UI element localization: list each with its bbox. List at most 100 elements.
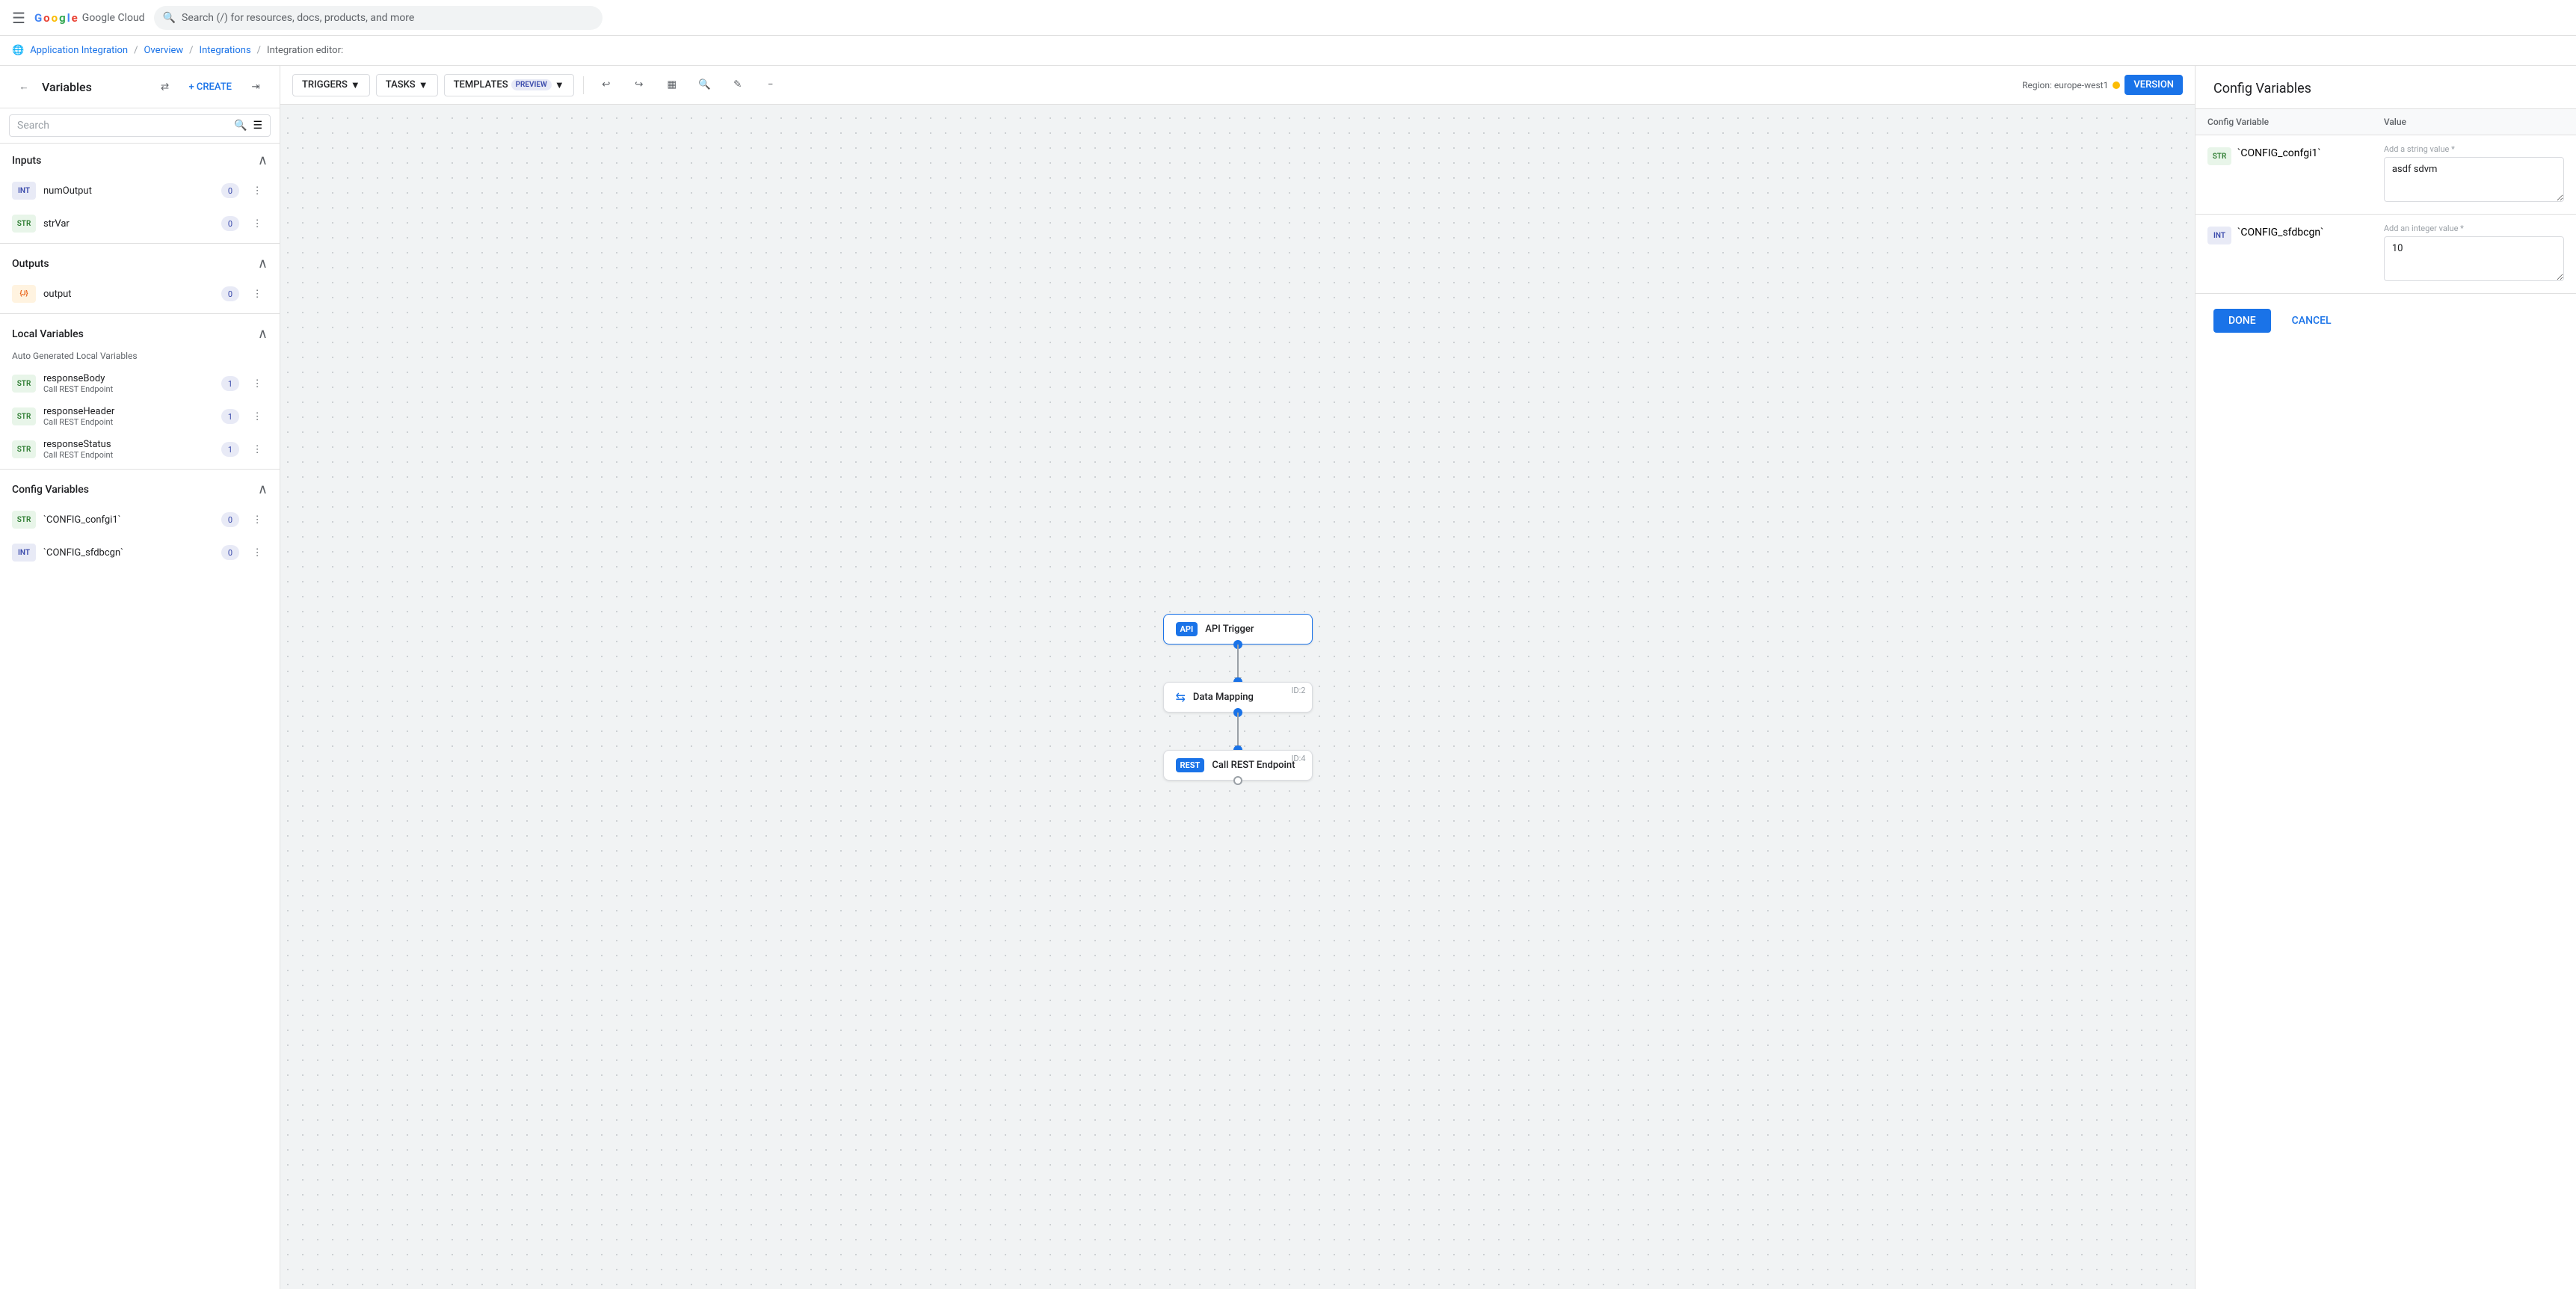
section-divider [0,243,280,244]
table-row: STR `CONFIG_confgi1` Add a string value … [2196,135,2576,215]
var-name: `CONFIG_sfdbcgn` [43,547,214,559]
config-vars-section-header[interactable]: Config Variables ∧ [0,473,280,503]
config-value-cell-2[interactable]: Add an integer value * 10 [2372,215,2576,294]
layout-button[interactable]: ▦ [659,72,685,99]
breadcrumb: 🌐 Application Integration / Overview / I… [0,36,2576,66]
outputs-section-header[interactable]: Outputs ∧ [0,247,280,277]
outputs-chevron-icon: ∧ [258,256,268,271]
create-button[interactable]: + CREATE [182,79,238,96]
triggers-button[interactable]: TRIGGERS ▼ [292,74,370,96]
count-badge: 0 [221,216,239,231]
var-name: `CONFIG_confgi1` [43,514,214,526]
local-vars-section-header[interactable]: Local Variables ∧ [0,317,280,348]
inputs-section-header[interactable]: Inputs ∧ [0,144,280,174]
global-search-bar[interactable]: 🔍 Search (/) for resources, docs, produc… [154,6,603,30]
inputs-title: Inputs [12,155,41,167]
value-label: Add a string value * [2384,144,2564,154]
data-mapping-container: ID:2 ⇆ Data Mapping [1163,682,1313,713]
more-button[interactable]: ⋮ [247,180,268,201]
cloud-text: Google Cloud [82,12,145,24]
type-badge-str: STR [12,215,36,233]
templates-button[interactable]: TEMPLATES PREVIEW ▼ [444,74,574,96]
type-badge-str: STR [12,440,36,458]
undo-button[interactable]: ↩ [593,72,620,99]
more-button[interactable]: ⋮ [247,406,268,427]
node-label: Call REST Endpoint [1212,760,1295,771]
var-info: responseHeader Call REST Endpoint [43,406,214,427]
search-input-wrap[interactable]: 🔍 ☰ [9,114,271,137]
back-button[interactable]: ← [12,75,36,99]
variables-list: Inputs ∧ INT numOutput 0 ⋮ STR strVar 0 … [0,144,280,1289]
collapse-panel-button[interactable]: ⇥ [244,75,268,99]
search-input[interactable] [17,120,228,132]
swap-icon-button[interactable]: ⇄ [152,75,176,99]
var-sub: Call REST Endpoint [43,384,214,394]
connector-line-1 [1237,644,1239,682]
redo-button[interactable]: ↪ [626,72,653,99]
config-var-name-cell-2: INT `CONFIG_sfdbcgn` [2196,215,2372,294]
section-divider [0,313,280,314]
canvas-area: TRIGGERS ▼ TASKS ▼ TEMPLATES PREVIEW ▼ ↩… [280,66,2195,1289]
breadcrumb-overview[interactable]: Overview [144,45,183,56]
more-button[interactable]: ⋮ [247,439,268,460]
cancel-button[interactable]: CANCEL [2280,309,2344,333]
col-variable-header: Config Variable [2196,109,2372,135]
variables-panel: ← Variables ⇄ + CREATE ⇥ 🔍 ☰ Inputs ∧ IN… [0,66,280,1289]
breadcrumb-app-integration[interactable]: Application Integration [30,45,128,56]
node-id: ID:2 [1291,686,1305,695]
google-cloud-logo: Google Google Cloud [34,11,145,25]
local-vars-title: Local Variables [12,328,84,340]
type-badge-str: STR [12,407,36,425]
tasks-chevron-icon: ▼ [419,79,428,91]
version-button[interactable]: VERSION [2124,75,2183,95]
preview-badge: PREVIEW [511,79,552,90]
zoom-button[interactable]: 🔍 [691,72,718,99]
more-button[interactable]: ⋮ [247,373,268,394]
hamburger-icon[interactable]: ☰ [12,9,25,27]
var-name: output [43,289,214,300]
minus-button[interactable]: − [757,72,784,99]
more-button[interactable]: ⋮ [247,213,268,234]
more-button[interactable]: ⋮ [247,542,268,563]
workflow-canvas: API API Trigger ID:2 ⇆ Data Mapping [280,105,2195,1289]
filter-icon[interactable]: ☰ [253,120,262,132]
config-value-cell-1[interactable]: Add a string value * asdf sdvm [2372,135,2576,215]
node-label: Data Mapping [1193,692,1254,703]
type-badge-int: INT [12,544,36,562]
type-badge-obj: {J} [12,285,36,303]
config-var-name: `CONFIG_confgi1` [2237,147,2321,159]
breadcrumb-sep-2: / [189,45,193,56]
type-badge-int: INT [2207,227,2231,244]
col-value-header: Value [2372,109,2576,135]
triggers-chevron-icon: ▼ [351,79,360,91]
tasks-button[interactable]: TASKS ▼ [376,74,438,96]
breadcrumb-integrations[interactable]: Integrations [200,45,251,56]
paint-button[interactable]: ✎ [724,72,751,99]
rest-endpoint-container: ID:4 REST Call REST Endpoint [1163,750,1313,781]
section-divider [0,469,280,470]
more-button[interactable]: ⋮ [247,509,268,530]
config-panel-header: Config Variables [2196,66,2576,109]
count-badge: 1 [221,442,239,457]
config-actions: DONE CANCEL [2196,294,2576,348]
done-button[interactable]: DONE [2213,309,2271,333]
main-layout: ← Variables ⇄ + CREATE ⇥ 🔍 ☰ Inputs ∧ IN… [0,66,2576,1289]
config-vars-chevron-icon: ∧ [258,482,268,497]
breadcrumb-sep-1: / [134,45,138,56]
node-connector-dot-empty [1233,776,1242,785]
more-button[interactable]: ⋮ [247,283,268,304]
value-label: Add an integer value * [2384,224,2564,233]
status-dot [2113,81,2120,89]
app-integration-icon: 🌐 [12,45,24,56]
config-value-textarea-1[interactable]: asdf sdvm [2384,157,2564,202]
search-container: 🔍 ☰ [0,108,280,144]
search-icon: 🔍 [163,12,176,24]
connector-line-2 [1237,713,1239,750]
var-name: numOutput [43,185,214,197]
config-value-textarea-2[interactable]: 10 [2384,236,2564,281]
var-name: responseStatus [43,439,214,450]
type-badge-str: STR [2207,147,2231,165]
search-placeholder: Search (/) for resources, docs, products… [182,12,414,24]
tasks-label: TASKS [386,79,416,90]
table-header-row: Config Variable Value [2196,109,2576,135]
